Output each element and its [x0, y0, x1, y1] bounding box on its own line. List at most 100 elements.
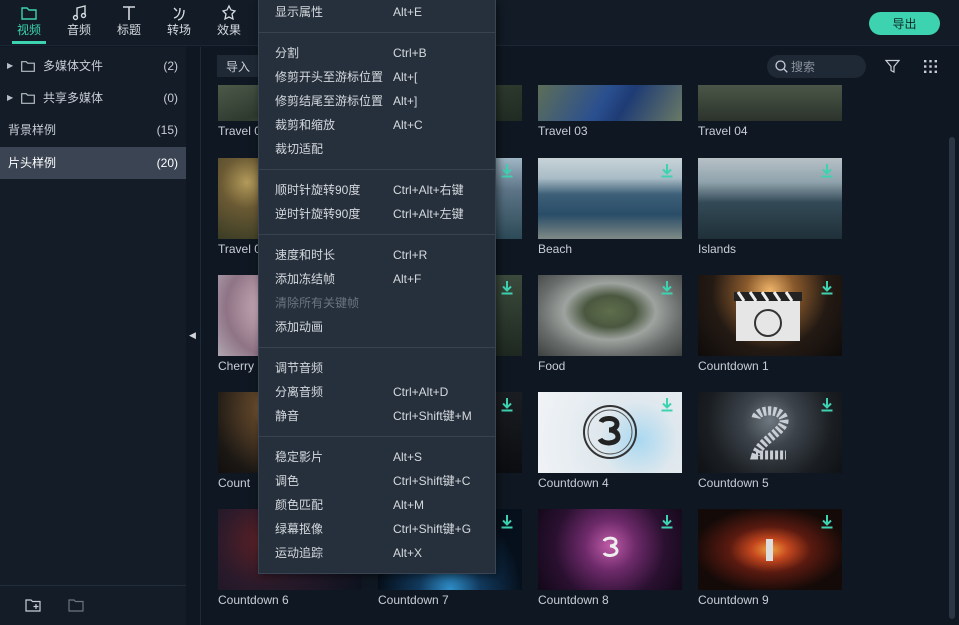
media-tile[interactable]: Travel 04 [698, 47, 842, 157]
tab-transitions-label: 转场 [166, 23, 191, 37]
sidebar-item-count: (0) [163, 91, 178, 105]
media-tile[interactable]: Islands [698, 158, 842, 268]
media-tile[interactable]: Countdown 5 [698, 392, 842, 502]
media-tile[interactable]: Countdown 8 [538, 509, 682, 619]
download-icon[interactable] [500, 397, 514, 412]
download-icon[interactable] [500, 514, 514, 529]
tile-name: Countdown 9 [698, 593, 769, 607]
menu-item-detach-audio[interactable]: 分离音频 Ctrl+Alt+D [259, 380, 495, 404]
menu-separator [259, 347, 495, 348]
sidebar-item-label: 背景样例 [8, 123, 57, 137]
sidebar-item-shared-media[interactable]: ▶ 共享多媒体 (0) [0, 82, 186, 114]
vertical-scrollbar[interactable] [949, 137, 955, 619]
sidebar-item-background-samples[interactable]: 背景样例 (15) [0, 114, 186, 146]
menu-item-crop-fit[interactable]: 裁切适配 [259, 137, 495, 161]
tab-effects[interactable]: 效果 [204, 0, 254, 44]
menu-item-label: 修剪结尾至游标位置 [275, 94, 384, 108]
menu-item-label: 添加冻结帧 [275, 272, 336, 286]
download-icon[interactable] [660, 163, 674, 178]
menu-item-trim-end[interactable]: 修剪结尾至游标位置 Alt+] [259, 89, 495, 113]
download-icon[interactable] [660, 514, 674, 529]
menu-item-shortcut: Ctrl+Alt+右键 [393, 183, 464, 197]
download-icon[interactable] [820, 280, 834, 295]
menu-item-label: 调色 [275, 474, 300, 488]
media-tile[interactable]: Travel 03 [538, 47, 682, 157]
menu-item-show-properties[interactable]: 显示属性 Alt+E [259, 0, 495, 24]
tile-name: Travel 04 [698, 124, 748, 138]
media-tile[interactable]: Countdown 1 [698, 275, 842, 385]
menu-item-color-match[interactable]: 颜色匹配 Alt+M [259, 493, 495, 517]
transition-icon [154, 0, 204, 22]
tile-name: Islands [698, 242, 737, 256]
thumbnail [698, 85, 842, 121]
tile-name: Countdown 4 [538, 476, 609, 490]
menu-item-green-screen[interactable]: 绿幕抠像 Ctrl+Shift键+G [259, 517, 495, 541]
context-menu: 显示属性 Alt+E 分割 Ctrl+B 修剪开头至游标位置 Alt+[ 修剪结尾至游… [258, 0, 496, 574]
download-icon[interactable] [820, 163, 834, 178]
menu-item-label: 顺时针旋转90度 [275, 183, 361, 197]
tab-transitions[interactable]: 转场 [154, 0, 204, 44]
download-icon[interactable] [820, 397, 834, 412]
menu-item-split[interactable]: 分割 Ctrl+B [259, 41, 495, 65]
menu-item-label: 调节音频 [275, 361, 324, 375]
tab-video-label: 视频 [16, 23, 41, 37]
tab-audio[interactable]: 音频 [54, 0, 104, 44]
menu-item-label: 稳定影片 [275, 450, 324, 464]
menu-item-trim-start[interactable]: 修剪开头至游标位置 Alt+[ [259, 65, 495, 89]
menu-item-shortcut: Ctrl+Alt+左键 [393, 207, 464, 221]
menu-item-add-animation[interactable]: 添加动画 [259, 315, 495, 339]
tab-video[interactable]: 视频 [4, 0, 54, 44]
menu-item-shortcut: Alt+X [393, 546, 423, 560]
export-button[interactable]: 导出 [869, 12, 940, 35]
menu-item-motion-tracking[interactable]: 运动追踪 Alt+X [259, 541, 495, 565]
menu-item-freeze-frame[interactable]: 添加冻结帧 Alt+F [259, 267, 495, 291]
menu-item-shortcut: Ctrl+R [393, 248, 428, 262]
media-tile[interactable]: Beach [538, 158, 682, 268]
collapse-sidebar-icon[interactable]: ◀ [189, 330, 196, 341]
menu-item-speed-duration[interactable]: 速度和时长 Ctrl+R [259, 243, 495, 267]
menu-separator [259, 169, 495, 170]
sidebar-item-intro-samples[interactable]: 片头样例 (20) [0, 147, 186, 179]
folder-icon [4, 0, 54, 22]
tab-titles[interactable]: 标题 [104, 0, 154, 44]
download-icon[interactable] [820, 514, 834, 529]
expand-caret-icon[interactable]: ▶ [7, 82, 13, 114]
effects-icon [204, 0, 254, 22]
menu-item-label: 裁剪和缩放 [275, 118, 336, 132]
folder-outline-icon[interactable] [68, 599, 84, 612]
menu-item-color-grade[interactable]: 调色 Ctrl+Shift键+C [259, 469, 495, 493]
menu-item-label: 显示属性 [275, 5, 324, 19]
menu-item-rotate-ccw[interactable]: 逆时针旋转90度 Ctrl+Alt+左键 [259, 202, 495, 226]
tab-effects-label: 效果 [216, 23, 241, 37]
media-tile[interactable]: Countdown 9 [698, 509, 842, 619]
expand-caret-icon[interactable]: ▶ [7, 50, 13, 82]
menu-item-rotate-cw[interactable]: 顺时针旋转90度 Ctrl+Alt+右键 [259, 178, 495, 202]
tile-name: Count [218, 476, 251, 490]
download-icon[interactable] [660, 397, 674, 412]
tile-name: Travel 03 [538, 124, 588, 138]
menu-item-mute[interactable]: 静音 Ctrl+Shift键+M [259, 404, 495, 428]
media-tile[interactable]: Countdown 4 [538, 392, 682, 502]
media-library-sidebar: ▶ 多媒体文件 (2) ▶ 共享多媒体 (0) 背景样例 (15) 片头样例 (… [0, 47, 186, 625]
sidebar-item-project-media[interactable]: ▶ 多媒体文件 (2) [0, 50, 186, 82]
new-folder-icon[interactable] [25, 599, 41, 612]
media-tile[interactable]: Food [538, 275, 682, 385]
menu-item-shortcut: Ctrl+Shift键+M [393, 409, 472, 423]
sidebar-item-count: (2) [163, 59, 178, 73]
menu-item-shortcut: Ctrl+B [393, 46, 427, 60]
folder-icon [21, 61, 35, 72]
tile-name: Countdown 1 [698, 359, 769, 373]
tile-name: Countdown 8 [538, 593, 609, 607]
sidebar-item-label: 多媒体文件 [43, 59, 104, 73]
menu-item-crop-zoom[interactable]: 裁剪和缩放 Alt+C [259, 113, 495, 137]
download-icon[interactable] [500, 163, 514, 178]
grid-view-icon[interactable] [923, 59, 938, 74]
filter-icon[interactable] [885, 59, 900, 74]
download-icon[interactable] [500, 280, 514, 295]
menu-item-clear-keyframes: 清除所有关键帧 [259, 291, 495, 315]
menu-item-shortcut: Ctrl+Alt+D [393, 385, 449, 399]
menu-item-adjust-audio[interactable]: 调节音频 [259, 356, 495, 380]
menu-item-label: 运动追踪 [275, 546, 324, 560]
download-icon[interactable] [660, 280, 674, 295]
menu-item-stabilize[interactable]: 稳定影片 Alt+S [259, 445, 495, 469]
